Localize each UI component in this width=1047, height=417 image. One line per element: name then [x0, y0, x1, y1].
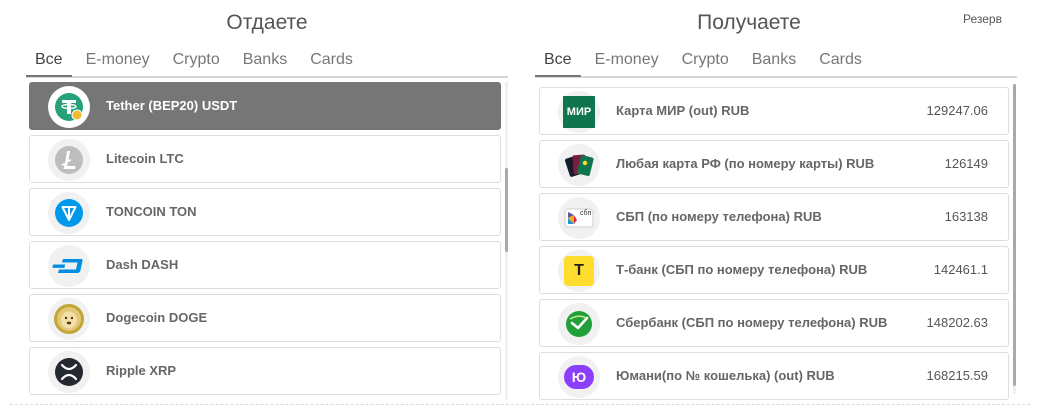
litecoin-icon-wrap [48, 139, 90, 181]
get-item-mir[interactable]: МИР Карта МИР (out) RUB 129247.06 [539, 87, 1009, 135]
reserve-amount: 126149 [944, 156, 988, 171]
sbp-icon-wrap: сбп [558, 197, 600, 239]
get-item-any-card[interactable]: Любая карта РФ (по номеру карты) RUB 126… [539, 140, 1009, 188]
give-item-toncoin[interactable]: TONCOIN TON [29, 188, 501, 236]
sbp-icon-text: сбп [580, 210, 592, 217]
reserve-amount: 142461.1 [933, 262, 988, 277]
dogecoin-icon [54, 304, 84, 334]
give-item-dogecoin[interactable]: Dogecoin DOGE [29, 294, 501, 342]
give-item-label: Ripple XRP [106, 363, 177, 378]
litecoin-icon [55, 146, 83, 174]
toncoin-icon-wrap [48, 192, 90, 234]
mir-card-icon-text: МИР [566, 106, 592, 118]
get-tabs: Все E-money Crypto Banks Cards [535, 48, 1017, 78]
give-item-label: Tether (BEP20) USDT [106, 98, 238, 113]
get-item-label: Т-банк (СБП по номеру телефона) RUB [616, 262, 868, 277]
get-item-label: Любая карта РФ (по номеру карты) RUB [616, 156, 875, 171]
mir-card-icon-wrap: МИР [558, 91, 600, 133]
give-item-ripple[interactable]: Ripple XRP [29, 347, 501, 395]
give-tab-banks[interactable]: Banks [234, 48, 296, 75]
bank-cards-icon [565, 154, 594, 177]
get-item-sberbank[interactable]: Сбербанк (СБП по номеру телефона) RUB 14… [539, 299, 1009, 347]
bank-cards-icon-wrap [558, 144, 600, 186]
get-item-label: Юмани(по № кошелька) (out) RUB [616, 368, 835, 383]
get-item-label: СБП (по номеру телефона) RUB [616, 209, 822, 224]
get-tab-cards[interactable]: Cards [810, 48, 871, 75]
give-tab-cards[interactable]: Cards [301, 48, 362, 75]
yoomoney-icon: Ю [564, 365, 594, 389]
get-item-tbank[interactable]: T Т-банк (СБП по номеру телефона) RUB 14… [539, 246, 1009, 294]
dash-icon-wrap [48, 245, 90, 287]
give-item-label: Litecoin LTC [106, 151, 184, 166]
tbank-icon: T [564, 256, 594, 286]
reserve-amount: 168215.59 [926, 368, 988, 383]
reserve-amount: 163138 [944, 209, 988, 224]
give-scrollbar-thumb[interactable] [505, 168, 508, 252]
tbank-icon-text: T [574, 262, 584, 279]
give-item-dash[interactable]: Dash DASH [29, 241, 501, 289]
get-title: Получаете [697, 11, 801, 34]
get-scrollbar-thumb[interactable] [1013, 84, 1016, 386]
give-item-label: TONCOIN TON [106, 204, 197, 219]
give-tabs: Все E-money Crypto Banks Cards [26, 48, 508, 78]
tbank-icon-wrap: T [558, 250, 600, 292]
dash-icon [52, 259, 83, 273]
give-item-label: Dash DASH [106, 257, 179, 272]
sbp-icon [564, 208, 594, 228]
give-title: Отдаете [226, 11, 308, 34]
ripple-icon-wrap [48, 351, 90, 393]
get-item-label: Сбербанк (СБП по номеру телефона) RUB [616, 315, 888, 330]
get-item-yoomoney[interactable]: Ю Юмани(по № кошелька) (out) RUB 168215.… [539, 352, 1009, 400]
reserve-amount: 148202.63 [926, 315, 988, 330]
give-item-tether[interactable]: Tether (BEP20) USDT [29, 82, 501, 130]
reserve-amount: 129247.06 [926, 103, 988, 118]
reserve-label: Резерв [963, 12, 1002, 26]
get-item-sbp[interactable]: сбп СБП (по номеру телефона) RUB 163138 [539, 193, 1009, 241]
get-tab-all[interactable]: Все [535, 48, 581, 77]
ripple-icon [55, 358, 83, 386]
give-item-label: Dogecoin DOGE [106, 310, 208, 325]
dogecoin-icon-wrap [48, 298, 90, 340]
get-tab-banks[interactable]: Banks [743, 48, 805, 75]
tether-icon [55, 93, 83, 121]
get-tab-emoney[interactable]: E-money [586, 48, 668, 75]
mir-card-icon: МИР [563, 96, 595, 128]
toncoin-icon [55, 199, 83, 227]
get-tab-crypto[interactable]: Crypto [673, 48, 738, 75]
bottom-divider [10, 404, 1030, 405]
give-tab-crypto[interactable]: Crypto [164, 48, 229, 75]
give-item-litecoin[interactable]: Litecoin LTC [29, 135, 501, 183]
get-item-label: Карта МИР (out) RUB [616, 103, 750, 118]
yoomoney-icon-text: Ю [571, 369, 587, 385]
give-tab-all[interactable]: Все [26, 48, 72, 77]
yoomoney-icon-wrap: Ю [558, 356, 600, 398]
tether-icon-wrap [48, 86, 90, 128]
sberbank-icon [566, 311, 592, 337]
sberbank-icon-wrap [558, 303, 600, 345]
give-tab-emoney[interactable]: E-money [77, 48, 159, 75]
